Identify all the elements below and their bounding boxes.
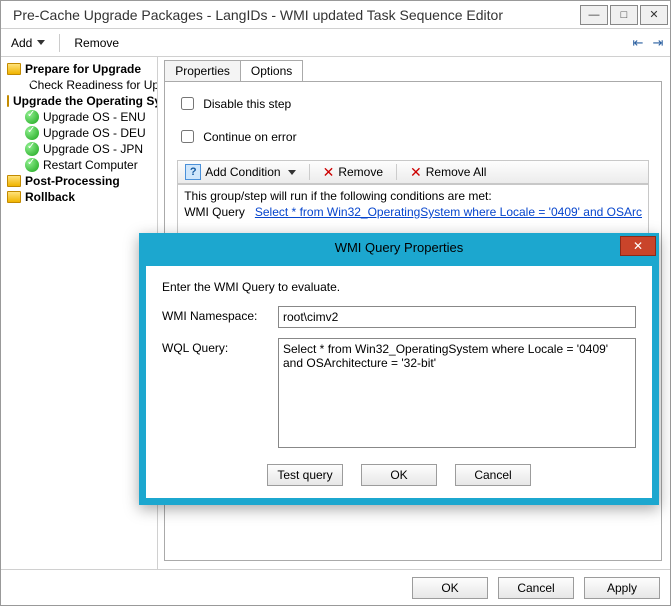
remove-all-label: Remove All bbox=[426, 165, 487, 179]
check-icon bbox=[25, 158, 39, 172]
dialog-titlebar[interactable]: WMI Query Properties ✕ bbox=[140, 234, 658, 260]
separator bbox=[59, 34, 60, 52]
continue-on-error-label: Continue on error bbox=[203, 130, 296, 144]
tree-item[interactable]: Rollback bbox=[5, 189, 153, 205]
editor-toolbar: Add Remove ⇤ ⇥ bbox=[1, 29, 670, 57]
ok-button[interactable]: OK bbox=[412, 577, 488, 599]
tree-item-label: Upgrade OS - DEU bbox=[43, 126, 146, 140]
tab-options[interactable]: Options bbox=[240, 60, 303, 81]
maximize-button[interactable]: □ bbox=[610, 5, 638, 25]
dropdown-icon bbox=[37, 40, 45, 45]
tree-item[interactable]: Check Readiness for Upgrade bbox=[5, 77, 153, 93]
dialog-intro: Enter the WMI Query to evaluate. bbox=[162, 280, 636, 294]
tab-properties[interactable]: Properties bbox=[164, 60, 241, 81]
conditions-description: This group/step will run if the followin… bbox=[184, 189, 642, 203]
dialog-title: WMI Query Properties bbox=[335, 240, 464, 255]
tree-item[interactable]: Upgrade the Operating System bbox=[5, 93, 153, 109]
continue-on-error-checkbox[interactable]: Continue on error bbox=[177, 127, 649, 146]
disable-step-checkbox[interactable]: Disable this step bbox=[177, 94, 649, 113]
check-icon bbox=[25, 142, 39, 156]
tree-item-label: Post-Processing bbox=[25, 174, 120, 188]
remove-all-button[interactable]: ✕ Remove All bbox=[407, 164, 489, 180]
dialog-body: Enter the WMI Query to evaluate. WMI Nam… bbox=[146, 266, 652, 498]
folder-icon bbox=[7, 175, 21, 187]
remove-condition-label: Remove bbox=[338, 165, 383, 179]
check-icon bbox=[25, 110, 39, 124]
add-condition-label: Add Condition bbox=[205, 165, 280, 179]
tree-item-label: Rollback bbox=[25, 190, 75, 204]
tab-row: Properties Options bbox=[164, 59, 662, 81]
folder-icon bbox=[7, 95, 9, 107]
remove-label: Remove bbox=[74, 36, 119, 50]
tree-item[interactable]: Upgrade OS - DEU bbox=[5, 125, 153, 141]
tree-item[interactable]: Prepare for Upgrade bbox=[5, 61, 153, 77]
tree-item-label: Upgrade OS - ENU bbox=[43, 110, 146, 124]
continue-on-error-input[interactable] bbox=[181, 130, 194, 143]
cancel-button[interactable]: Cancel bbox=[498, 577, 574, 599]
separator bbox=[396, 164, 397, 180]
dialog-close-button[interactable]: ✕ bbox=[620, 236, 656, 256]
tree-item-label: Check Readiness for Upgrade bbox=[29, 78, 158, 92]
wmi-query-dialog: WMI Query Properties ✕ Enter the WMI Que… bbox=[139, 233, 659, 505]
indent-icon[interactable]: ⇥ bbox=[650, 35, 666, 51]
disable-step-label: Disable this step bbox=[203, 97, 291, 111]
dropdown-icon bbox=[288, 170, 296, 175]
add-condition-button[interactable]: ? Add Condition bbox=[182, 163, 298, 181]
namespace-input[interactable] bbox=[278, 306, 636, 328]
tree-item-label: Restart Computer bbox=[43, 158, 138, 172]
tree-item[interactable]: Upgrade OS - JPN bbox=[5, 141, 153, 157]
tree-item-label: Upgrade OS - JPN bbox=[43, 142, 143, 156]
disable-step-input[interactable] bbox=[181, 97, 194, 110]
dialog-cancel-button[interactable]: Cancel bbox=[455, 464, 531, 486]
remove-button[interactable]: Remove bbox=[68, 34, 125, 52]
minimize-button[interactable]: — bbox=[580, 5, 608, 25]
add-label: Add bbox=[11, 36, 32, 50]
remove-condition-button[interactable]: ✕ Remove bbox=[320, 164, 386, 180]
condition-toolbar: ? Add Condition ✕ Remove ✕ Remove All bbox=[177, 160, 649, 184]
window-title: Pre-Cache Upgrade Packages - LangIDs - W… bbox=[13, 7, 503, 23]
wql-textarea[interactable] bbox=[278, 338, 636, 448]
dialog-bottom-bar: OK Cancel Apply bbox=[1, 569, 670, 605]
condition-prefix: WMI Query bbox=[184, 205, 245, 219]
tree-item[interactable]: Upgrade OS - ENU bbox=[5, 109, 153, 125]
tree-item-label: Upgrade the Operating System bbox=[13, 94, 158, 108]
outdent-icon[interactable]: ⇤ bbox=[630, 35, 646, 51]
tree-item[interactable]: Post-Processing bbox=[5, 173, 153, 189]
apply-button[interactable]: Apply bbox=[584, 577, 660, 599]
check-icon bbox=[25, 126, 39, 140]
question-icon: ? bbox=[185, 164, 201, 180]
sequence-tree[interactable]: Prepare for UpgradeCheck Readiness for U… bbox=[1, 57, 158, 569]
close-button[interactable]: ✕ bbox=[640, 5, 668, 25]
separator bbox=[309, 164, 310, 180]
dialog-ok-button[interactable]: OK bbox=[361, 464, 437, 486]
tree-item[interactable]: Restart Computer bbox=[5, 157, 153, 173]
x-icon: ✕ bbox=[323, 165, 335, 179]
tree-item-label: Prepare for Upgrade bbox=[25, 62, 141, 76]
add-button[interactable]: Add bbox=[5, 34, 51, 52]
condition-link[interactable]: Select * from Win32_OperatingSystem wher… bbox=[255, 205, 642, 219]
folder-icon bbox=[7, 63, 21, 75]
x-icon: ✕ bbox=[410, 165, 422, 179]
namespace-label: WMI Namespace: bbox=[162, 306, 270, 323]
dialog-buttons: Test query OK Cancel bbox=[162, 464, 636, 486]
test-query-button[interactable]: Test query bbox=[267, 464, 343, 486]
window-titlebar: Pre-Cache Upgrade Packages - LangIDs - W… bbox=[1, 1, 670, 29]
condition-row[interactable]: WMI Query Select * from Win32_OperatingS… bbox=[184, 205, 642, 219]
folder-icon bbox=[7, 191, 21, 203]
wql-label: WQL Query: bbox=[162, 338, 270, 355]
